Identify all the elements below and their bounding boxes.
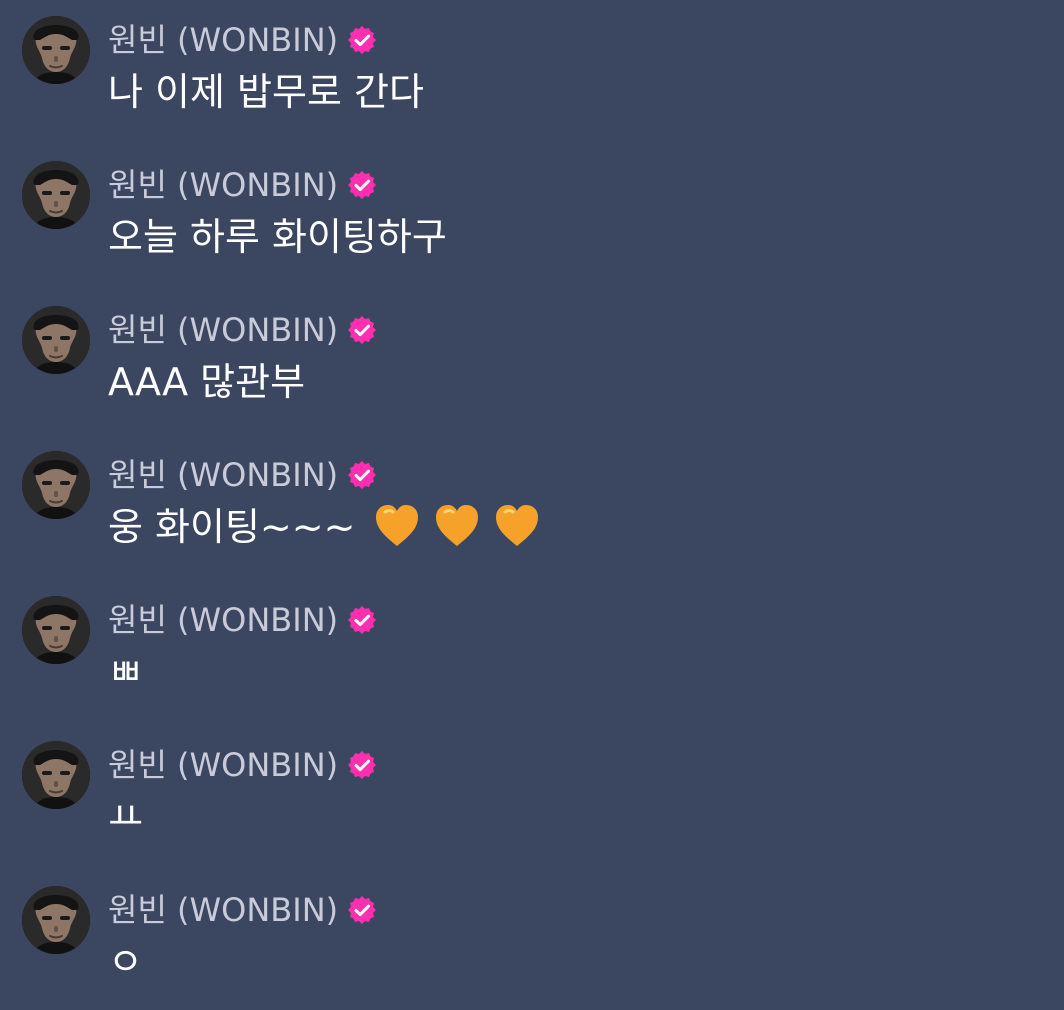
avatar[interactable] [22,596,90,664]
chat-message: 원빈 (WONBIN) AAA 많관부 [0,290,1064,430]
avatar-image [22,451,90,519]
verified-badge-icon [348,896,377,924]
avatar[interactable] [22,741,90,809]
orange-heart-icon [435,505,478,546]
message-header: 원빈 (WONBIN) [108,453,378,497]
verified-badge-icon [348,171,377,199]
message-header: 원빈 (WONBIN) [108,888,378,932]
avatar[interactable] [22,16,90,84]
emoji-row [372,502,542,548]
chat-message: 원빈 (WONBIN) ㅇ [0,870,1064,1010]
avatar[interactable] [22,886,90,954]
avatar[interactable] [22,161,90,229]
avatar-image [22,161,90,229]
message-header: 원빈 (WONBIN) [108,163,378,207]
avatar-image [22,741,90,809]
verified-badge-icon [348,606,377,634]
message-text: 웅 화이팅~~~ [108,501,542,553]
verified-badge-icon [348,26,377,54]
chat-feed: 원빈 (WONBIN) 나 이제 밥무로 간다 원빈 (WONBIN) 오늘 하… [0,0,1064,998]
verified-badge-icon [348,316,377,344]
author-name[interactable]: 원빈 (WONBIN) [108,743,338,787]
message-header: 원빈 (WONBIN) [108,308,378,352]
author-name[interactable]: 원빈 (WONBIN) [108,308,338,352]
avatar-image [22,306,90,374]
avatar-image [22,886,90,954]
avatar[interactable] [22,451,90,519]
message-text: ㅛ [108,795,143,839]
chat-message: 원빈 (WONBIN) ㅛ [0,725,1064,865]
orange-heart-icon [375,505,418,546]
author-name[interactable]: 원빈 (WONBIN) [108,163,338,207]
message-text: ㅇ [108,940,143,984]
message-header: 원빈 (WONBIN) [108,743,378,787]
verified-badge-icon [348,751,377,779]
author-name[interactable]: 원빈 (WONBIN) [108,453,338,497]
avatar-image [22,16,90,84]
orange-heart-icon [495,505,538,546]
message-text-body: 웅 화이팅~~~ [108,505,356,549]
chat-message: 원빈 (WONBIN) 나 이제 밥무로 간다 [0,0,1064,140]
message-text: 오늘 하루 화이팅하구 [108,215,447,259]
chat-message: 원빈 (WONBIN) ㅃ [0,580,1064,720]
message-text: ㅃ [108,650,143,694]
author-name[interactable]: 원빈 (WONBIN) [108,888,338,932]
message-header: 원빈 (WONBIN) [108,598,378,642]
avatar[interactable] [22,306,90,374]
message-header: 원빈 (WONBIN) [108,18,378,62]
message-text: AAA 많관부 [108,360,306,404]
author-name[interactable]: 원빈 (WONBIN) [108,18,338,62]
verified-badge-icon [348,461,377,489]
chat-message: 원빈 (WONBIN) 웅 화이팅~~~ [0,435,1064,575]
avatar-image [22,596,90,664]
author-name[interactable]: 원빈 (WONBIN) [108,598,338,642]
message-text: 나 이제 밥무로 간다 [108,70,424,114]
chat-message: 원빈 (WONBIN) 오늘 하루 화이팅하구 [0,145,1064,285]
